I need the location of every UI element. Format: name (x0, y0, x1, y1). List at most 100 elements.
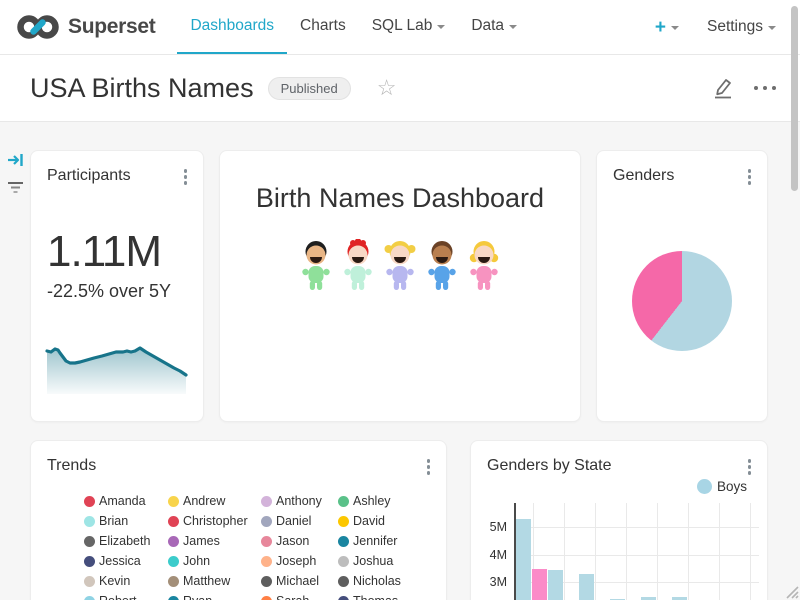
legend-item-anthony[interactable]: Anthony (261, 491, 338, 511)
legend-dot-icon (168, 496, 179, 507)
legend-item-michael[interactable]: Michael (261, 571, 338, 591)
legend-dot-icon (84, 576, 95, 587)
filter-rail (0, 122, 30, 600)
legend-item-jennifer[interactable]: Jennifer (338, 531, 433, 551)
legend-dot-icon (168, 576, 179, 587)
legend-item-matthew[interactable]: Matthew (168, 571, 261, 591)
legend-item-joseph[interactable]: Joseph (261, 551, 338, 571)
legend-dot-icon (261, 496, 272, 507)
legend-dot-icon (338, 536, 349, 547)
legend-item-nicholas[interactable]: Nicholas (338, 571, 433, 591)
new-item-button[interactable]: + (655, 18, 679, 37)
legend-item-christopher[interactable]: Christopher (168, 511, 261, 531)
brand-name: Superset (68, 15, 155, 39)
trends-legend: Amanda AndrewAnthony Ashley Brian Christophe… (84, 491, 433, 600)
y-axis-tick-label: 5M (471, 520, 507, 534)
legend-label: Daniel (276, 514, 311, 528)
legend-dot-icon (84, 496, 95, 507)
nav-item-charts[interactable]: Charts (287, 0, 359, 54)
legend-item-ashley[interactable]: Ashley (338, 491, 433, 511)
legend-item-jessica[interactable]: Jessica (84, 551, 168, 571)
boys-legend[interactable]: Boys (697, 479, 747, 494)
published-badge[interactable]: Published (268, 77, 351, 100)
kebab-menu-icon[interactable] (182, 167, 190, 187)
legend-dot-icon (338, 496, 349, 507)
y-axis-tick-label: 4M (471, 548, 507, 562)
resize-handle-icon[interactable] (783, 583, 799, 599)
chevron-down-icon (437, 25, 445, 29)
legend-dot-icon (261, 516, 272, 527)
legend-item-andrew[interactable]: Andrew (168, 491, 261, 511)
chevron-down-icon (509, 25, 517, 29)
main-nav: Dashboards Charts SQL Lab Data (177, 0, 530, 54)
child-figure-2 (338, 239, 378, 293)
legend-label: Michael (276, 574, 319, 588)
legend-item-kevin[interactable]: Kevin (84, 571, 168, 591)
dashboard-canvas: Participants 1.11M -22.5% over 5Y Birth … (0, 122, 800, 600)
legend-label: Jessica (99, 554, 141, 568)
expand-filter-bar-icon[interactable] (7, 152, 24, 168)
participants-card: Participants 1.11M -22.5% over 5Y (30, 150, 204, 422)
legend-label: Jennifer (353, 534, 397, 548)
legend-item-john[interactable]: John (168, 551, 261, 571)
kebab-menu-icon[interactable] (746, 167, 754, 187)
markdown-heading: Birth Names Dashboard (220, 183, 580, 214)
legend-item-james[interactable]: James (168, 531, 261, 551)
more-actions-icon[interactable] (754, 86, 776, 90)
nav-item-label: SQL Lab (372, 17, 433, 35)
filter-lines-icon[interactable] (7, 180, 24, 195)
plus-icon: + (655, 18, 666, 37)
legend-item-joshua[interactable]: Joshua (338, 551, 433, 571)
legend-dot-icon (338, 596, 349, 600)
legend-item-jason[interactable]: Jason (261, 531, 338, 551)
legend-dot-icon (338, 556, 349, 567)
v-gridline (564, 503, 565, 600)
top-navbar: Superset Dashboards Charts SQL Lab Data + S… (0, 0, 800, 55)
legend-item-elizabeth[interactable]: Elizabeth (84, 531, 168, 551)
edit-pencil-icon[interactable] (712, 76, 734, 100)
vertical-scrollbar[interactable] (791, 6, 798, 191)
legend-label: Amanda (99, 494, 146, 508)
legend-label: Kevin (99, 574, 130, 588)
genders-by-state-bar-chart: 5M4M3M (471, 501, 769, 600)
bar-boys (516, 519, 531, 600)
h-gridline (515, 555, 759, 556)
legend-label: Ryan (183, 594, 212, 600)
legend-item-david[interactable]: David (338, 511, 433, 531)
chart-title: Genders (613, 167, 674, 185)
legend-item-robert[interactable]: Robert (84, 591, 168, 600)
nav-item-sql-lab[interactable]: SQL Lab (359, 0, 459, 54)
legend-label: Christopher (183, 514, 248, 528)
nav-item-dashboards[interactable]: Dashboards (177, 0, 287, 54)
kebab-menu-icon[interactable] (746, 457, 754, 477)
legend-item-ryan[interactable]: Ryan (168, 591, 261, 600)
v-gridline (595, 503, 596, 600)
legend-label: Jason (276, 534, 309, 548)
legend-label: Ashley (353, 494, 391, 508)
nav-item-label: Dashboards (190, 17, 274, 35)
page-title: USA Births Names (30, 73, 254, 104)
legend-item-sarah[interactable]: Sarah (261, 591, 338, 600)
legend-dot-icon (84, 596, 95, 600)
legend-item-amanda[interactable]: Amanda (84, 491, 168, 511)
legend-dot-icon (261, 576, 272, 587)
legend-item-daniel[interactable]: Daniel (261, 511, 338, 531)
legend-item-thomas[interactable]: Thomas (338, 591, 433, 600)
child-figure-1 (296, 239, 336, 293)
favorite-star-icon[interactable]: ☆ (377, 77, 397, 99)
chevron-down-icon (671, 26, 679, 30)
superset-logo[interactable]: Superset (16, 0, 155, 54)
child-figure-5 (464, 239, 504, 293)
nav-item-label: Charts (300, 17, 346, 35)
settings-menu[interactable]: Settings (707, 18, 776, 36)
chart-title: Trends (47, 457, 96, 475)
legend-label: Elizabeth (99, 534, 150, 548)
legend-item-brian[interactable]: Brian (84, 511, 168, 531)
chevron-down-icon (768, 26, 776, 30)
legend-label: Matthew (183, 574, 230, 588)
nav-item-data[interactable]: Data (458, 0, 530, 54)
kebab-menu-icon[interactable] (425, 457, 433, 477)
v-gridline (719, 503, 720, 600)
legend-dot-icon (168, 536, 179, 547)
genders-pie-chart (632, 251, 732, 351)
